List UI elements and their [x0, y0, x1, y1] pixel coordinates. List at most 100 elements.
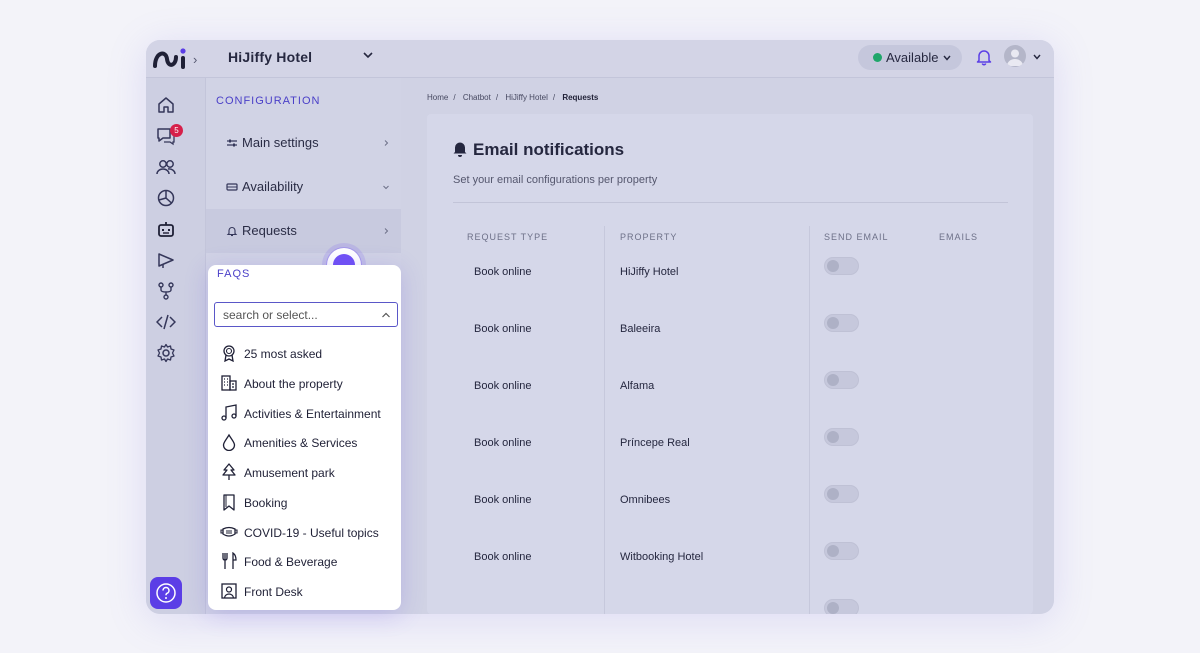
send-email-toggle[interactable]: [824, 314, 859, 332]
breadcrumb-chatbot[interactable]: Chatbot: [463, 93, 491, 102]
ribbon-icon: [223, 345, 235, 362]
breadcrumb-separator: /: [453, 93, 456, 102]
faq-option-label: Booking: [244, 496, 288, 510]
hijiffy-logo[interactable]: [152, 46, 188, 72]
status-dot: [873, 53, 882, 62]
bell-icon[interactable]: [975, 48, 993, 66]
utensils-icon: [222, 552, 237, 569]
request-type-cell: Book online: [474, 266, 532, 278]
faq-option[interactable]: COVID-19 - Useful topics: [208, 517, 401, 547]
question-icon: [156, 583, 176, 603]
faq-option[interactable]: 25 most asked: [208, 338, 401, 368]
breadcrumb-hotel[interactable]: HiJiffy Hotel: [505, 93, 548, 102]
config-title: CONFIGURATION: [216, 95, 321, 107]
request-type-cell: Book online: [474, 494, 532, 506]
request-type-cell: Book online: [474, 551, 532, 563]
bell-icon: [226, 227, 238, 237]
faq-option[interactable]: Activities & Entertainment: [208, 398, 401, 428]
bed-icon: [226, 183, 238, 191]
property-cell: HiJiffy Hotel: [620, 266, 679, 278]
chevron-down-icon[interactable]: [1032, 52, 1042, 62]
faq-option-label: Food & Beverage: [244, 555, 338, 569]
avatar[interactable]: [1004, 45, 1026, 67]
pie-chart-icon[interactable]: [156, 188, 176, 208]
faq-option-label: COVID-19 - Useful topics: [244, 526, 379, 540]
breadcrumb-current: Requests: [562, 93, 599, 102]
flow-icon[interactable]: [156, 281, 176, 301]
column-header-property: PROPERTY: [620, 232, 678, 242]
faq-option[interactable]: Food & Beverage: [208, 546, 401, 576]
megaphone-icon[interactable]: [156, 250, 176, 270]
top-bar: › HiJiffy Hotel Available: [146, 40, 1054, 78]
column-header-send-email: SEND EMAIL: [824, 232, 889, 242]
request-type-cell: Book online: [474, 380, 532, 392]
config-item-availability[interactable]: Availability: [206, 165, 401, 209]
building-icon: [221, 375, 237, 391]
email-notifications-card: Email notifications Set your email confi…: [427, 114, 1033, 614]
faq-option-label: About the property: [244, 377, 343, 391]
users-icon[interactable]: [156, 157, 176, 177]
faq-option[interactable]: Front Desk: [208, 576, 401, 606]
send-email-toggle[interactable]: [824, 257, 859, 275]
table-row: Book online Alfama: [427, 356, 1033, 413]
property-cell: Baleeira: [620, 323, 661, 335]
faq-option[interactable]: Amenities & Services: [208, 427, 401, 457]
table-row: Book online Omnibees: [427, 470, 1033, 527]
breadcrumb-separator: /: [495, 93, 499, 102]
divider: [453, 202, 1008, 203]
hotel-selector[interactable]: HiJiffy Hotel: [228, 49, 312, 65]
table-row: Book online Príncepe Real: [427, 413, 1033, 470]
table-row: Book online Witbooking Hotel: [427, 527, 1033, 584]
config-item-requests[interactable]: Requests: [206, 209, 401, 253]
chevron-right-icon: [384, 228, 389, 234]
chevron-right-icon: [384, 140, 389, 146]
gear-icon[interactable]: [156, 343, 176, 363]
faq-option-label: Activities & Entertainment: [244, 407, 381, 421]
faq-option-label: Front Desk: [244, 585, 303, 599]
mask-icon: [220, 526, 238, 537]
breadcrumb: Home / Chatbot / HiJiffy Hotel / Requests: [427, 93, 603, 102]
faq-option[interactable]: Amusement park: [208, 457, 401, 487]
portrait-icon: [221, 583, 237, 599]
table-row: Book online HiJiffy Hotel: [427, 242, 1033, 299]
bot-icon[interactable]: [156, 219, 176, 239]
property-cell: Príncepe Real: [620, 437, 690, 449]
send-email-toggle[interactable]: [824, 428, 859, 446]
availability-label: Available: [886, 50, 939, 65]
config-item-label: Requests: [242, 223, 297, 238]
breadcrumb-home[interactable]: Home: [427, 93, 448, 102]
faq-option[interactable]: Booking: [208, 487, 401, 517]
code-icon[interactable]: [156, 312, 176, 332]
request-type-cell: Book online: [474, 437, 532, 449]
property-cell: Witbooking Hotel: [620, 551, 704, 563]
music-icon: [221, 404, 237, 421]
help-button[interactable]: [150, 577, 182, 609]
column-header-request-type: REQUEST TYPE: [467, 232, 549, 242]
sliders-icon: [227, 139, 237, 147]
card-title: Email notifications: [473, 140, 625, 159]
send-email-toggle[interactable]: [824, 542, 859, 560]
faq-option-label: Amusement park: [244, 466, 335, 480]
faq-search-input[interactable]: [223, 307, 373, 323]
chevron-right-icon[interactable]: ›: [193, 52, 197, 67]
faq-option[interactable]: About the property: [208, 368, 401, 398]
column-header-emails: EMAILS: [939, 232, 979, 242]
bookmark-icon: [223, 494, 235, 511]
table-row: [427, 584, 1033, 614]
send-email-toggle[interactable]: [824, 599, 859, 614]
tree-icon: [222, 463, 236, 480]
card-subtitle: Set your email configurations per proper…: [453, 174, 658, 186]
send-email-toggle[interactable]: [824, 485, 859, 503]
chevron-down-icon[interactable]: [362, 49, 374, 61]
faq-search[interactable]: [214, 302, 398, 327]
home-icon[interactable]: [156, 95, 176, 115]
config-item-label: Availability: [242, 179, 304, 194]
chevron-up-icon[interactable]: [381, 311, 391, 319]
faq-option-label: Amenities & Services: [244, 436, 358, 450]
availability-dropdown[interactable]: Available: [858, 45, 962, 70]
notification-badge: 5: [170, 124, 183, 137]
bell-icon: [453, 142, 467, 157]
chevron-down-icon: [943, 55, 951, 61]
send-email-toggle[interactable]: [824, 371, 859, 389]
config-item-main-settings[interactable]: Main settings: [206, 121, 401, 165]
